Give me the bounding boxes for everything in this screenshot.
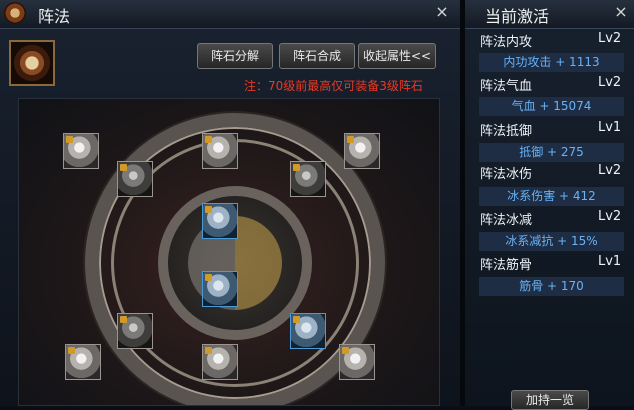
lock-icon [342, 347, 349, 354]
attr-value: 冰系伤害 + 412 [479, 187, 624, 206]
attr-level: Lv2 [598, 31, 622, 46]
close-icon[interactable]: × [434, 4, 450, 20]
lock-icon [205, 274, 212, 281]
panel-title: 阵法 [38, 7, 71, 26]
attr-name: 阵法内攻 [480, 35, 533, 50]
close-icon[interactable]: × [613, 4, 629, 20]
active-attributes-panel: 当前激活 × 阵法内攻 Lv2 内功攻击 + 1113 阵法气血 Lv2 气血 … [465, 0, 634, 410]
formation-emblem-icon [4, 2, 26, 24]
stone-combine-button[interactable]: 阵石合成 [279, 43, 355, 69]
slot-bottom-center[interactable] [202, 344, 238, 380]
lock-icon [66, 136, 73, 143]
attr-name: 阵法气血 [480, 79, 533, 94]
slot-outer-top-right[interactable] [344, 133, 380, 169]
attr-level: Lv1 [598, 254, 622, 269]
attr-value: 冰系减抗 + 15% [479, 232, 624, 251]
buff-overview-button[interactable]: 加持一览 [511, 390, 589, 410]
attr-level: Lv2 [598, 209, 622, 224]
attr-value: 抵御 + 275 [479, 143, 624, 162]
slot-outer-top-left[interactable] [63, 133, 99, 169]
formation-avatar[interactable] [9, 40, 55, 86]
slot-outer-bottom-right[interactable] [339, 344, 375, 380]
slot-center-lower[interactable] [202, 271, 238, 307]
attr-value: 筋骨 + 170 [479, 277, 624, 296]
attr-name: 阵法冰伤 [480, 167, 533, 182]
attr-value: 气血 + 15074 [479, 97, 624, 116]
level-notice: 注：70级前最高仅可装备3级阵石 [244, 79, 423, 93]
lock-icon [205, 206, 212, 213]
formation-board [18, 98, 440, 406]
slot-inner-top-right[interactable] [290, 161, 326, 197]
attr-name: 阵法筋骨 [480, 258, 533, 273]
formation-panel: 阵法 × 阵石分解 阵石合成 收起属性<< 注：70级前最高仅可装备3级阵石 [0, 0, 461, 406]
slot-inner-top-left[interactable] [117, 161, 153, 197]
title-bar: 阵法 × [0, 0, 460, 29]
lock-icon [120, 164, 127, 171]
attr-name: 阵法抵御 [480, 124, 533, 139]
attr-level: Lv1 [598, 120, 622, 135]
right-title-bar: 当前激活 × [465, 0, 634, 29]
slot-inner-bottom-left[interactable] [117, 313, 153, 349]
lock-icon [205, 347, 212, 354]
lock-icon [205, 136, 212, 143]
attr-level: Lv2 [598, 75, 622, 90]
collapse-attributes-button[interactable]: 收起属性<< [358, 43, 436, 69]
lock-icon [120, 316, 127, 323]
slot-center-upper[interactable] [202, 203, 238, 239]
lock-icon [68, 347, 75, 354]
slot-outer-bottom-left[interactable] [65, 344, 101, 380]
attr-value: 内功攻击 + 1113 [479, 53, 624, 72]
attr-level: Lv2 [598, 163, 622, 178]
slot-top-center[interactable] [202, 133, 238, 169]
right-panel-title: 当前激活 [485, 7, 550, 26]
lock-icon [293, 316, 300, 323]
lock-icon [293, 164, 300, 171]
slot-inner-bottom-right[interactable] [290, 313, 326, 349]
lock-icon [347, 136, 354, 143]
stone-decompose-button[interactable]: 阵石分解 [197, 43, 273, 69]
attr-name: 阵法冰减 [480, 213, 533, 228]
